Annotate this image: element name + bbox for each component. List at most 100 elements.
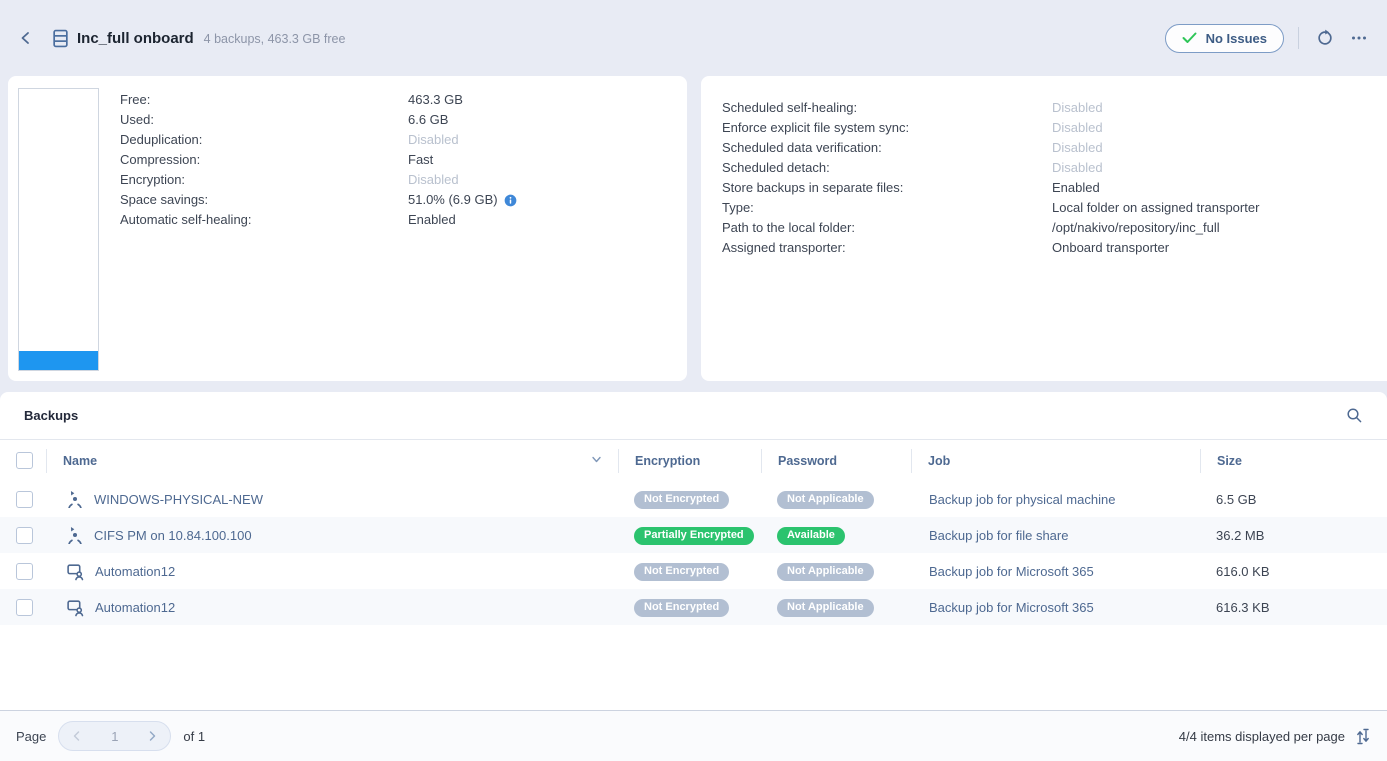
info-row-compression: Compression:Fast (120, 150, 687, 170)
compression-value: Fast (408, 150, 433, 170)
more-menu-button[interactable] (1347, 26, 1371, 50)
password-badge: Not Applicable (777, 563, 874, 581)
column-header-encryption[interactable]: Encryption (618, 449, 761, 473)
header-bar: Inc_full onboard 4 backups, 463.3 GB fre… (0, 0, 1387, 76)
password-badge: Available (777, 527, 845, 545)
prev-page-button[interactable] (71, 730, 83, 742)
backup-name-link[interactable]: WINDOWS-PHYSICAL-NEW (94, 492, 263, 507)
no-issues-button[interactable]: No Issues (1165, 24, 1284, 53)
table-row: CIFS PM on 10.84.100.100 Partially Encry… (0, 517, 1387, 553)
microsoft365-icon (66, 598, 85, 617)
no-issues-label: No Issues (1206, 31, 1267, 46)
auto-self-healing-value: Enabled (408, 210, 456, 230)
settings-card: Scheduled self-healing:Disabled Enforce … (701, 76, 1387, 381)
ellipsis-icon (1350, 29, 1368, 47)
info-row-separate-files: Store backups in separate files:Enabled (722, 178, 1387, 198)
row-checkbox[interactable] (16, 527, 33, 544)
encryption-badge: Partially Encrypted (634, 527, 754, 545)
storage-gauge (18, 88, 99, 371)
info-row-encryption: Encryption:Disabled (120, 170, 687, 190)
repository-icon (52, 29, 69, 48)
transporter-value: Onboard transporter (1052, 238, 1169, 258)
password-badge: Not Applicable (777, 599, 874, 617)
column-header-name[interactable]: Name (63, 454, 97, 468)
table-body: WINDOWS-PHYSICAL-NEW Not Encrypted Not A… (0, 481, 1387, 625)
type-value: Local folder on assigned transporter (1052, 198, 1259, 218)
items-per-page-settings-button[interactable] (1355, 728, 1371, 745)
column-header-job[interactable]: Job (911, 449, 1200, 473)
info-row-free: Free:463.3 GB (120, 90, 687, 110)
separate-files-value: Enabled (1052, 178, 1100, 198)
deduplication-value: Disabled (408, 130, 459, 150)
check-icon (1182, 32, 1197, 44)
storage-gauge-used-fill (19, 351, 98, 370)
backup-name-link[interactable]: Automation12 (95, 564, 175, 579)
info-row-auto-self-healing: Automatic self-healing:Enabled (120, 210, 687, 230)
row-checkbox[interactable] (16, 563, 33, 580)
job-link[interactable]: Backup job for Microsoft 365 (911, 600, 1094, 615)
next-page-button[interactable] (146, 730, 158, 742)
refresh-button[interactable] (1313, 26, 1337, 50)
info-row-space-savings: Space savings:51.0% (6.9 GB) (120, 190, 687, 210)
password-badge: Not Applicable (777, 491, 874, 509)
select-all-checkbox[interactable] (16, 452, 33, 469)
scheduled-detach-value: Disabled (1052, 158, 1103, 178)
table-row: Automation12 Not Encrypted Not Applicabl… (0, 553, 1387, 589)
row-checkbox[interactable] (16, 491, 33, 508)
column-header-size[interactable]: Size (1200, 449, 1387, 473)
fs-sync-value: Disabled (1052, 118, 1103, 138)
encryption-badge: Not Encrypted (634, 563, 729, 581)
backup-name-link[interactable]: Automation12 (95, 600, 175, 615)
microsoft365-icon (66, 562, 85, 581)
size-value: 36.2 MB (1200, 528, 1264, 543)
backup-restore-icon (66, 490, 84, 508)
scheduled-self-healing-value: Disabled (1052, 98, 1103, 118)
sliders-icon (1355, 728, 1371, 745)
used-value: 6.6 GB (408, 110, 448, 130)
footer-bar: Page 1 of 1 4/4 items displayed per page (0, 710, 1387, 761)
encryption-badge: Not Encrypted (634, 599, 729, 617)
table-row: WINDOWS-PHYSICAL-NEW Not Encrypted Not A… (0, 481, 1387, 517)
items-per-page-summary: 4/4 items displayed per page (1179, 729, 1345, 744)
info-row-path: Path to the local folder:/opt/nakivo/rep… (722, 218, 1387, 238)
search-icon (1346, 407, 1363, 424)
info-row-type: Type:Local folder on assigned transporte… (722, 198, 1387, 218)
page-title: Inc_full onboard (77, 30, 194, 47)
path-value: /opt/nakivo/repository/inc_full (1052, 218, 1220, 238)
back-button[interactable] (14, 26, 38, 50)
info-row-fs-sync: Enforce explicit file system sync:Disabl… (722, 118, 1387, 138)
page-total-label: of 1 (183, 729, 205, 744)
storage-card: Free:463.3 GB Used:6.6 GB Deduplication:… (8, 76, 687, 381)
backup-name-link[interactable]: CIFS PM on 10.84.100.100 (94, 528, 252, 543)
column-header-password[interactable]: Password (761, 449, 911, 473)
info-row-scheduled-self-healing: Scheduled self-healing:Disabled (722, 98, 1387, 118)
info-row-deduplication: Deduplication:Disabled (120, 130, 687, 150)
pager: 1 (58, 721, 171, 751)
backup-restore-icon (66, 526, 84, 544)
info-row-used: Used:6.6 GB (120, 110, 687, 130)
backups-panel: Backups Name Encryption Password Job Siz… (0, 392, 1387, 710)
job-link[interactable]: Backup job for physical machine (911, 492, 1115, 507)
table-header-row: Name Encryption Password Job Size (0, 440, 1387, 481)
size-value: 616.0 KB (1200, 564, 1270, 579)
page-number-input[interactable]: 1 (111, 729, 118, 744)
backups-section-title: Backups (24, 408, 78, 423)
job-link[interactable]: Backup job for Microsoft 365 (911, 564, 1094, 579)
divider (1298, 27, 1299, 49)
chevron-left-icon (18, 30, 34, 46)
size-value: 6.5 GB (1200, 492, 1256, 507)
data-verification-value: Disabled (1052, 138, 1103, 158)
space-savings-value: 51.0% (6.9 GB) (408, 190, 498, 210)
info-row-scheduled-detach: Scheduled detach:Disabled (722, 158, 1387, 178)
page-subtitle: 4 backups, 463.3 GB free (204, 30, 346, 46)
refresh-icon (1316, 29, 1334, 47)
search-button[interactable] (1346, 407, 1363, 424)
info-row-data-verification: Scheduled data verification:Disabled (722, 138, 1387, 158)
row-checkbox[interactable] (16, 599, 33, 616)
page-label: Page (16, 729, 46, 744)
chevron-down-icon[interactable] (591, 454, 602, 465)
free-value: 463.3 GB (408, 90, 463, 110)
info-icon[interactable] (504, 194, 517, 207)
job-link[interactable]: Backup job for file share (911, 528, 1068, 543)
encryption-badge: Not Encrypted (634, 491, 729, 509)
